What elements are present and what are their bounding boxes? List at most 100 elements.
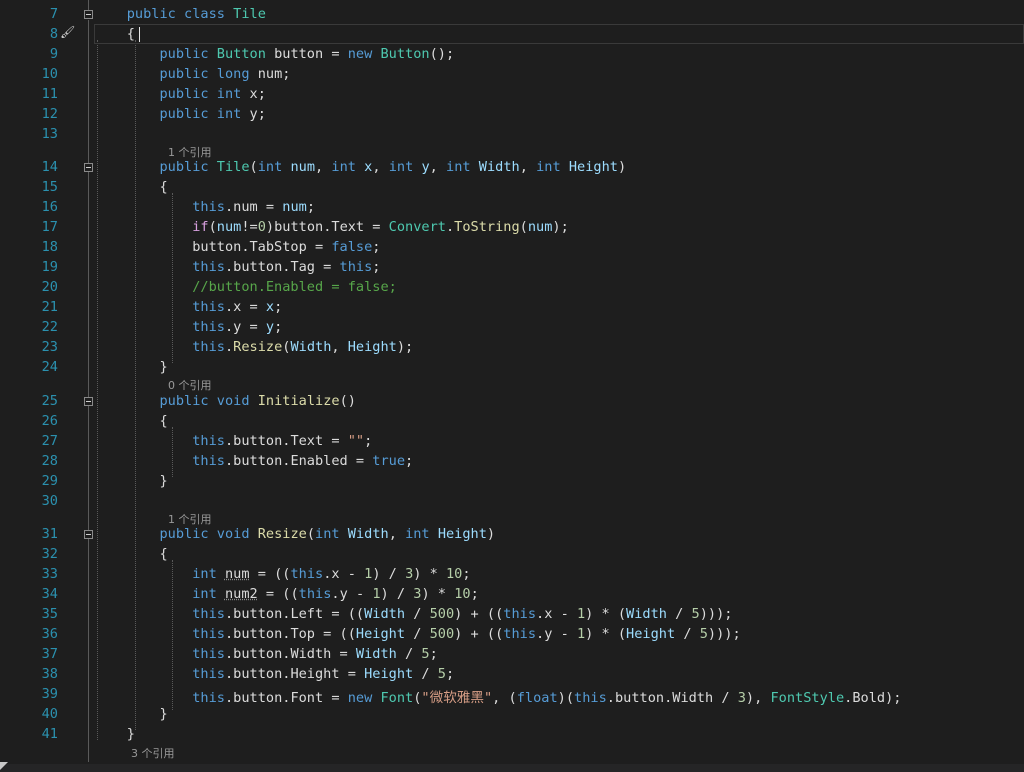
code-token: this bbox=[192, 199, 225, 215]
code-editor[interactable]: 🖌 7 public class Tile 8 {9 public Button … bbox=[0, 0, 1024, 772]
code-token: public bbox=[159, 66, 209, 82]
code-token: ; bbox=[462, 566, 471, 582]
line-number: 34 bbox=[41, 586, 58, 602]
code-token: , ( bbox=[492, 690, 517, 706]
code-token: )button.Text = bbox=[265, 219, 389, 235]
code-token: { bbox=[94, 413, 168, 429]
codelens-references[interactable]: 3 个引用 bbox=[131, 745, 175, 761]
code-token: int bbox=[216, 106, 242, 122]
codelens-references[interactable]: 1 个引用 bbox=[168, 511, 212, 527]
mouse-cursor-icon bbox=[0, 762, 8, 770]
code-token: .button.Enabled = bbox=[224, 453, 373, 469]
line-number: 23 bbox=[41, 339, 58, 355]
code-text: int num2 = ((this.y - 1) / 3) * 10; bbox=[94, 586, 479, 602]
line-number: 9 bbox=[49, 46, 58, 62]
code-token: this bbox=[192, 299, 225, 315]
collapse-region-icon[interactable] bbox=[84, 163, 93, 172]
codelens-references[interactable]: 1 个引用 bbox=[168, 144, 212, 160]
line-number: 40 bbox=[41, 706, 58, 722]
code-token: ; bbox=[470, 586, 479, 602]
line-number: 37 bbox=[41, 646, 58, 662]
quick-action-brush-icon[interactable]: 🖌 bbox=[60, 25, 75, 39]
code-token: this bbox=[298, 586, 332, 602]
collapse-region-icon[interactable] bbox=[84, 10, 93, 19]
code-token: this bbox=[339, 259, 373, 275]
code-token: ; bbox=[429, 646, 438, 662]
code-text: public int y; bbox=[94, 106, 266, 122]
code-token: ); bbox=[396, 339, 414, 355]
code-text: } bbox=[94, 726, 135, 742]
code-token: Height bbox=[626, 626, 676, 642]
code-token: 500 bbox=[429, 606, 455, 622]
code-token: 5 bbox=[691, 606, 700, 622]
code-token: this bbox=[192, 666, 225, 682]
code-token: , bbox=[331, 339, 348, 355]
line-number: 20 bbox=[41, 279, 58, 295]
code-token: 5 bbox=[437, 666, 446, 682]
collapse-region-icon[interactable] bbox=[84, 397, 93, 406]
code-token: .button.Font = bbox=[224, 690, 348, 706]
code-token: Button bbox=[380, 46, 430, 62]
code-token: .button.Tag = bbox=[224, 259, 340, 275]
code-token: int bbox=[331, 159, 356, 175]
code-token: Width bbox=[478, 159, 520, 175]
code-token: ; bbox=[306, 199, 316, 215]
code-token: Font bbox=[380, 690, 414, 706]
code-token: , bbox=[372, 159, 389, 175]
line-number: 26 bbox=[41, 413, 58, 429]
code-token: x bbox=[265, 299, 275, 315]
line-number: 16 bbox=[41, 199, 58, 215]
code-token: class bbox=[184, 6, 225, 22]
code-token: ) / bbox=[380, 586, 414, 602]
code-token: num2 bbox=[224, 586, 258, 602]
line-number: 38 bbox=[41, 666, 58, 682]
code-token: int bbox=[192, 586, 217, 602]
code-token: ( bbox=[208, 219, 217, 235]
line-number: 10 bbox=[41, 66, 58, 82]
code-token: this bbox=[574, 690, 607, 706]
code-token: ( bbox=[519, 219, 528, 235]
collapse-region-icon[interactable] bbox=[84, 530, 93, 539]
code-token: .x - bbox=[536, 606, 577, 622]
code-token: "" bbox=[347, 433, 365, 449]
fold-line bbox=[88, 20, 89, 762]
code-token: this bbox=[290, 566, 324, 582]
code-token: Initialize bbox=[257, 393, 340, 409]
code-token: ; bbox=[274, 299, 283, 315]
code-token: Width bbox=[626, 606, 667, 622]
code-token: 5 bbox=[699, 626, 708, 642]
code-token: .x = bbox=[224, 299, 266, 315]
code-token: Tile bbox=[233, 6, 266, 22]
code-token: { bbox=[94, 546, 168, 562]
line-number: 33 bbox=[41, 566, 58, 582]
line-number: 27 bbox=[41, 433, 58, 449]
code-token: ) + (( bbox=[454, 606, 504, 622]
code-token: this bbox=[192, 319, 225, 335]
code-token: 10 bbox=[454, 586, 471, 602]
code-token: this bbox=[192, 259, 225, 275]
line-number: 7 bbox=[49, 6, 58, 22]
code-token: Tile bbox=[216, 159, 250, 175]
code-token: = (( bbox=[249, 566, 291, 582]
code-text: public void Resize(int Width, int Height… bbox=[94, 526, 495, 542]
line-number: 18 bbox=[41, 239, 58, 255]
code-token: , bbox=[519, 159, 537, 175]
line-number: 35 bbox=[41, 606, 58, 622]
code-token: y bbox=[421, 159, 430, 175]
code-text: public class Tile bbox=[94, 6, 266, 22]
code-token: y; bbox=[241, 106, 266, 122]
code-token: this bbox=[192, 646, 225, 662]
code-token: this bbox=[192, 339, 225, 355]
codelens-references[interactable]: 0 个引用 bbox=[168, 377, 212, 393]
code-text: public int x; bbox=[94, 86, 265, 102]
code-token: Resize bbox=[257, 526, 307, 542]
